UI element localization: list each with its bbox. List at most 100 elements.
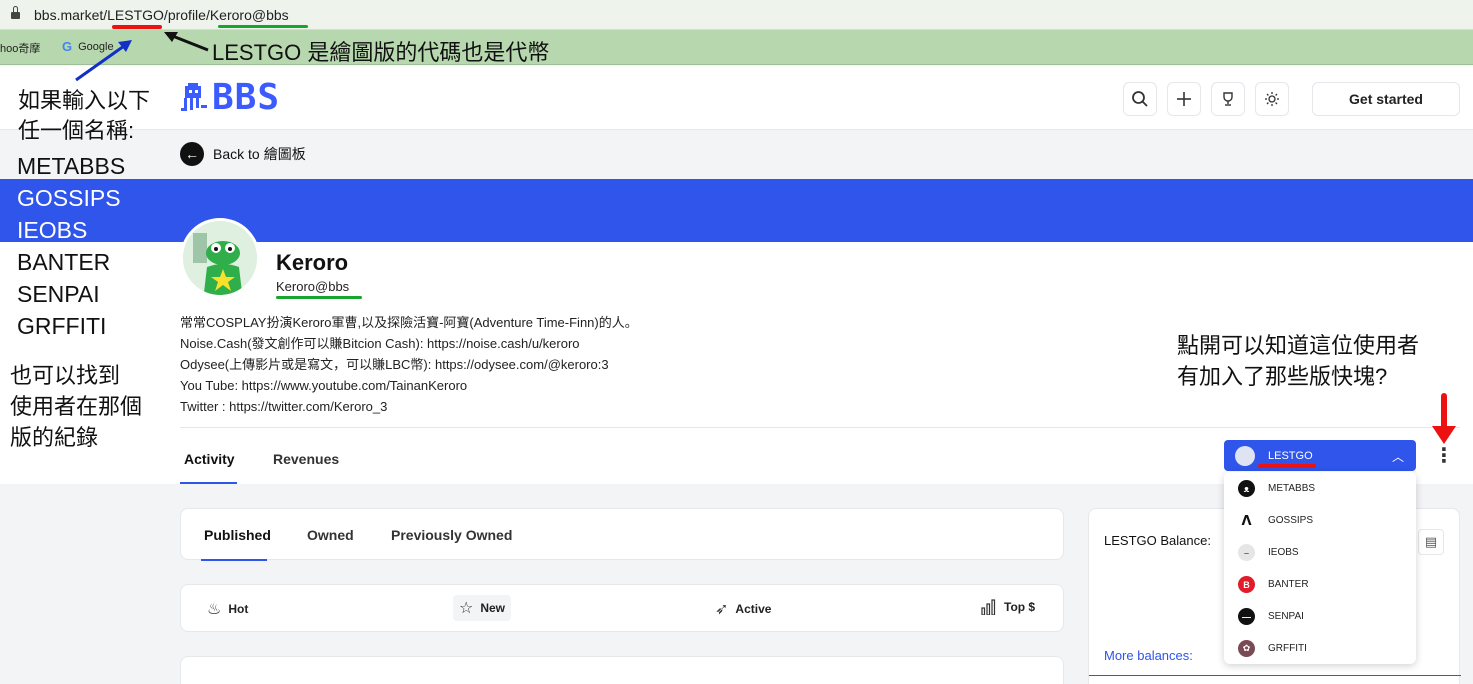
octopus-logo-icon [181,83,207,111]
board-option-banter[interactable]: B BANTER [1238,576,1309,593]
sort-active[interactable]: ➶ Active [715,599,771,619]
banter-icon: B [1238,576,1255,593]
plus-icon [1177,92,1191,106]
url-text[interactable]: bbs.market/LESTGO/profile/Keroro@bbs [34,7,289,23]
feed-subtabs: Published Owned Previously Owned [180,508,1064,561]
board-option-label: BANTER [1268,579,1309,590]
lestgo-board-icon [1235,445,1255,466]
annotation-board-name: METABBS [17,153,126,179]
create-button[interactable] [1167,82,1201,116]
tab-revenues[interactable]: Revenues [273,451,339,467]
profile-bio: 常常COSPLAY扮演Keroro軍曹,以及探險活寶-阿寶(Adventure … [180,312,638,417]
board-selector-value: LESTGO [1268,449,1313,462]
avatar[interactable] [180,218,260,298]
get-started-button[interactable]: Get started [1312,82,1460,116]
annotation-line: 版的紀錄 [10,425,99,450]
board-option-label: METABBS [1268,483,1316,494]
search-button[interactable] [1123,82,1157,116]
sort-top[interactable]: Top $ [981,599,1035,615]
annotation-board-name: SENPAI [17,281,100,307]
divider [1089,675,1461,676]
annotation-line: 如果輸入以下 [18,88,151,113]
sort-new[interactable]: ☆ New [453,595,512,621]
sort-hot-label: Hot [228,602,249,616]
board-option-senpai[interactable]: — SENPAI [1238,608,1304,625]
active-tab-indicator [180,482,237,484]
theme-toggle-button[interactable] [1255,82,1289,116]
wallet-icon[interactable]: ▤ [1418,529,1444,555]
leaderboard-button[interactable] [1211,82,1245,116]
bio-line: You Tube: https://www.youtube.com/Tainan… [180,378,468,393]
board-option-label: IEOBS [1268,547,1299,558]
back-board-name: 繪圖板 [263,146,306,162]
star-icon: ☆ [459,600,474,617]
annotation-title: LESTGO 是繪圖版的代碼也是代幣 [212,40,550,65]
avatar-image [183,221,257,295]
bio-line: Noise.Cash(發文創作可以賺Bitcion Cash): https:/… [180,336,580,351]
board-selector[interactable]: LESTGO ︿ [1224,440,1416,471]
annotation-board-names: METABBS GOSSIPS IEOBS BANTER SENPAI GRFF… [17,150,125,342]
back-strip: ← Back to 繪圖板 [0,131,1473,178]
annotation-names-intro: 如果輸入以下 任一個名稱: [18,86,150,146]
more-balances-link[interactable]: More balances: [1104,648,1193,663]
annotation-board-name: IEOBS [17,217,88,243]
annotation-line: 有加入了那些版快塊? [1177,364,1388,389]
bookmark-yahoo[interactable]: hoo奇摩 [0,40,40,56]
annotation-blue-arrow-icon [75,40,132,82]
rocket-icon: ➶ [715,601,729,618]
annotation-board-name: GOSSIPS [17,185,121,211]
search-icon [1132,91,1148,107]
sun-icon [1265,92,1279,106]
annotation-board-name: BANTER [17,249,111,275]
gossips-icon: ᐱ [1238,512,1255,529]
trophy-icon [1223,92,1233,106]
board-option-label: SENPAI [1268,611,1304,622]
board-option-gossips[interactable]: ᐱ GOSSIPS [1238,512,1313,529]
annotation-red-arrow-icon [1432,393,1456,444]
annotation-green-underline [276,296,362,299]
sort-new-label: New [480,601,506,615]
sort-active-label: Active [735,602,772,616]
annotation-board-name: GRFFITI [17,313,107,339]
sort-bar: ♨ Hot ☆ New ➶ Active Top $ [180,584,1064,632]
board-option-label: GOSSIPS [1268,515,1314,526]
board-dropdown: ᴥ METABBS ᐱ GOSSIPS – IEOBS B BANTER — S… [1224,472,1416,664]
post-card[interactable] [180,656,1064,684]
annotation-red-underline [112,25,162,29]
annotation-black-arrow-icon [164,32,209,52]
board-option-ieobs[interactable]: – IEOBS [1238,544,1299,561]
annotation-find-records: 也可以找到 使用者在那個 版的紀錄 [10,360,142,453]
chevron-up-icon: ︿ [1391,450,1404,464]
annotation-green-underline [218,25,308,28]
profile-handle: Keroro@bbs [276,279,350,294]
board-option-grffiti[interactable]: ✿ GRFFITI [1238,640,1307,657]
active-subtab-indicator [201,559,267,561]
tab-published[interactable]: Published [204,527,271,543]
lock-icon [11,6,20,19]
profile-name: Keroro [276,250,349,275]
annotation-red-underline [1258,464,1316,468]
back-to-board-link[interactable]: ← Back to 繪圖板 [180,142,306,166]
bio-line: Twitter : https://twitter.com/Keroro_3 [180,399,388,414]
annotation-dropdown-hint: 點開可以知道這位使用者 有加入了那些版快塊? [1177,330,1419,392]
tab-activity[interactable]: Activity [184,451,235,467]
ieobs-icon: – [1238,544,1255,561]
board-option-label: GRFFITI [1268,643,1307,654]
sort-top-label: Top $ [1004,600,1036,614]
bar-chart-icon [981,599,996,615]
arrow-left-icon: ← [180,142,204,166]
balance-label: LESTGO Balance: [1104,533,1211,548]
sort-hot[interactable]: ♨ Hot [207,599,248,619]
senpai-icon: — [1238,608,1255,625]
annotation-line: 使用者在那個 [10,394,143,419]
grffiti-icon: ✿ [1238,640,1255,657]
tab-owned[interactable]: Owned [307,527,354,543]
tab-previously-owned[interactable]: Previously Owned [391,527,512,543]
annotation-line: 也可以找到 [10,363,121,388]
bbs-logo[interactable]: BBS [180,80,280,116]
bio-line: Odysee(上傳影片或是寫文，可以賺LBC幣): https://odysee… [180,357,609,372]
board-option-metabbs[interactable]: ᴥ METABBS [1238,480,1315,497]
logo-text: BBS [212,77,281,118]
annotation-line: 任一個名稱: [18,118,135,143]
fire-icon: ♨ [207,601,222,618]
